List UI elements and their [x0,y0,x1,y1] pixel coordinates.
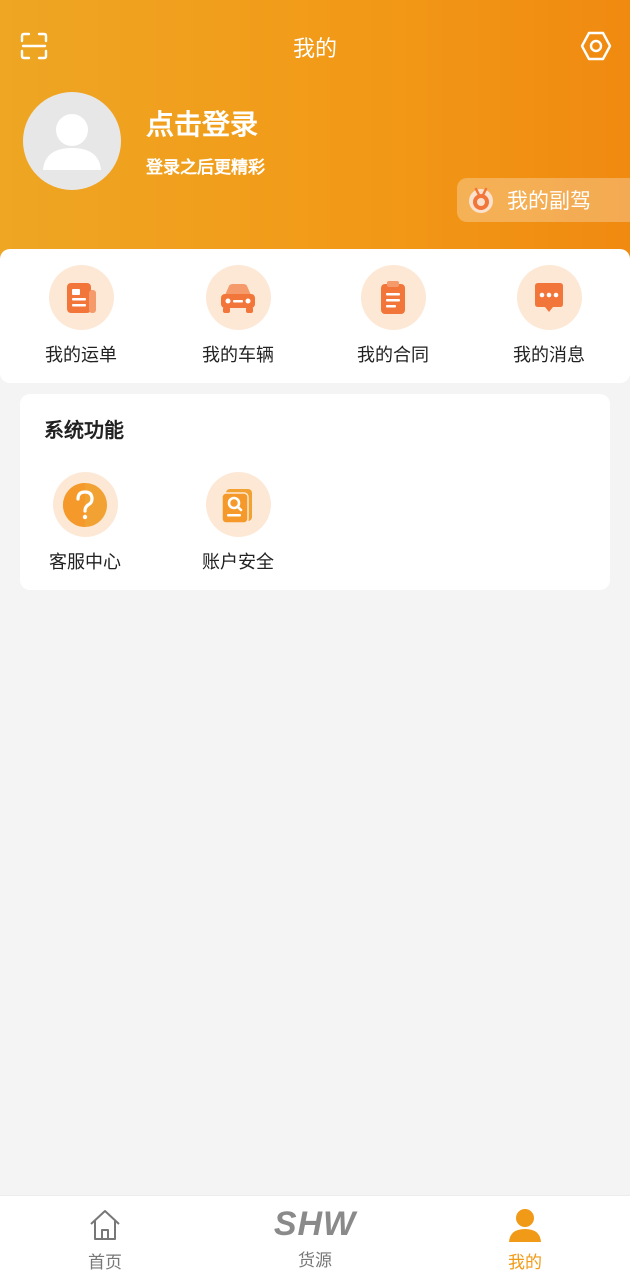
waybill-icon [67,282,96,313]
page-title: 我的 [292,37,337,62]
help-icon [63,482,107,527]
my-messages-label: 我的消息 [513,345,585,366]
message-icon [535,282,563,312]
user-icon [509,1209,541,1242]
tab-mine[interactable]: 我的 [445,1196,605,1281]
my-copilot-button[interactable]: 我的副驾 [457,178,630,222]
my-messages-button[interactable]: 我的消息 [489,265,609,375]
tab-home-label: 首页 [88,1253,122,1273]
settings-icon[interactable] [580,30,612,62]
my-copilot-label: 我的副驾 [507,189,591,213]
shw-logo-icon: SHW [274,1206,358,1240]
default-avatar-icon [43,114,101,170]
tab-cargo-source[interactable]: SHW 货源 [235,1196,395,1281]
login-subtitle: 登录之后更精彩 [146,158,265,178]
bottom-tab-bar: 首页 SHW 货源 我的 [0,1195,630,1281]
account-security-icon [221,488,252,524]
my-waybill-button[interactable]: 我的运单 [21,265,141,375]
account-security-button[interactable]: 账户安全 [178,472,298,582]
avatar[interactable] [23,92,121,190]
profile-header: 我的 点击登录 登录之后更精彩 我的副驾 [0,0,630,262]
tab-mine-label: 我的 [508,1253,542,1273]
car-icon [221,283,255,313]
tab-home[interactable]: 首页 [25,1196,185,1281]
contract-icon [381,280,405,314]
customer-service-button[interactable]: 客服中心 [25,472,145,582]
svg-text:SHW: SHW [274,1206,358,1240]
my-vehicles-button[interactable]: 我的车辆 [178,265,298,375]
home-icon [90,1210,120,1240]
system-functions-title: 系统功能 [44,418,124,442]
customer-service-label: 客服中心 [49,552,121,573]
my-waybill-label: 我的运单 [45,345,117,366]
system-functions-card: 系统功能 客服中心 账户安全 [20,394,610,590]
medal-icon [469,187,493,213]
account-security-label: 账户安全 [202,552,274,573]
login-prompt[interactable]: 点击登录 [146,103,258,143]
my-contracts-label: 我的合同 [357,345,429,366]
my-vehicles-label: 我的车辆 [202,345,274,366]
tab-cargo-source-label: 货源 [298,1251,332,1271]
my-contracts-button[interactable]: 我的合同 [333,265,453,375]
quick-actions-card: 我的运单 我的车辆 我的合同 我的消息 [0,249,630,383]
